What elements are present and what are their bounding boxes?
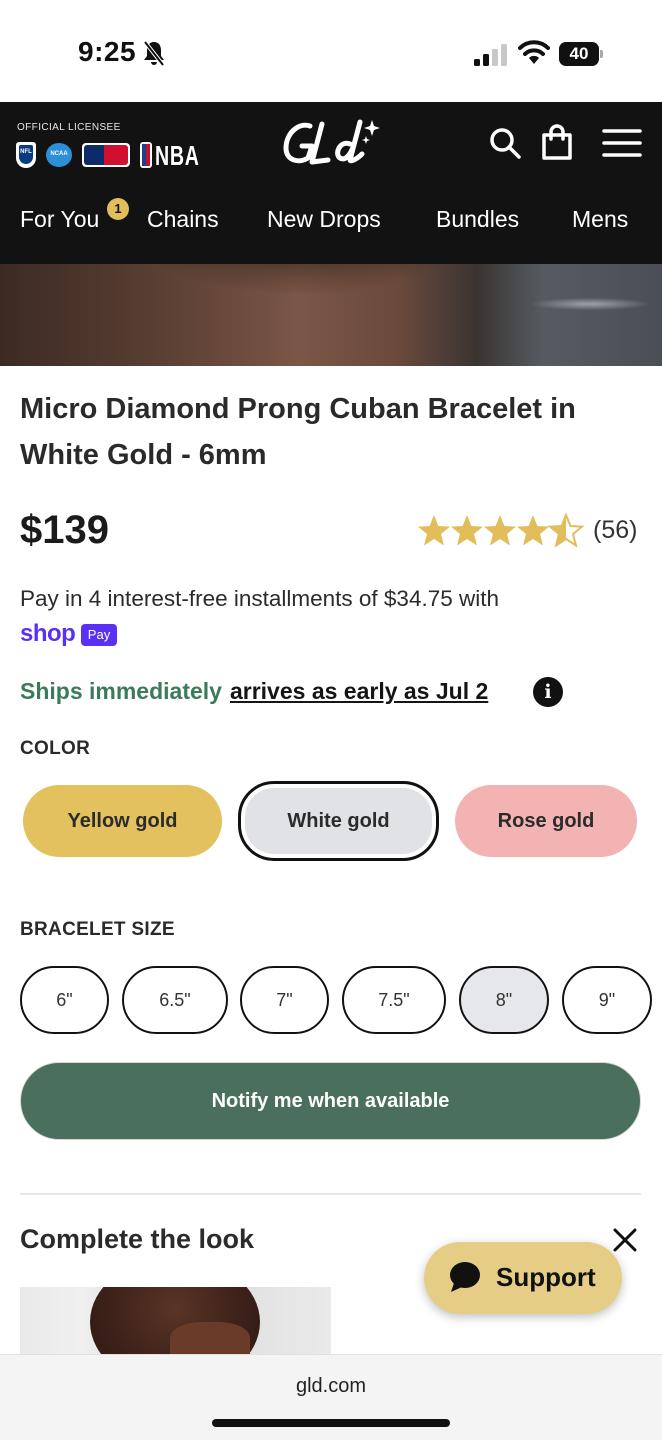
product-title: Micro Diamond Prong Cuban Bracelet in Wh…: [20, 393, 576, 471]
shop-pay-pill: Pay: [81, 624, 117, 646]
product-price: $139: [20, 508, 109, 552]
status-bar: 9:25 40: [0, 0, 662, 102]
nfl-logo: NFL: [16, 142, 36, 168]
official-licensee-label: OFFICIAL LICENSEE: [17, 122, 121, 133]
color-label: COLOR: [20, 738, 91, 759]
installments-text: Pay in 4 interest-free installments of $…: [20, 586, 499, 611]
browser-address-bar[interactable]: gld.com: [0, 1354, 662, 1440]
ships-status: Ships immediately: [20, 678, 222, 704]
complete-the-look-heading: Complete the look: [20, 1224, 255, 1254]
color-option-rose-gold[interactable]: Rose gold: [455, 785, 637, 857]
chat-bubble-icon: [450, 1262, 480, 1292]
notify-me-button[interactable]: Notify me when available: [20, 1062, 641, 1140]
nba-logo-text: NBA: [155, 140, 200, 171]
support-label: Support: [496, 1262, 596, 1292]
mlb-logo: [82, 143, 130, 167]
info-icon[interactable]: i: [533, 677, 563, 707]
star-rating[interactable]: [416, 512, 584, 550]
star-icon: [549, 514, 583, 547]
battery-level: 40: [559, 42, 599, 66]
for-you-badge: 1: [107, 198, 129, 220]
product-image[interactable]: [0, 264, 662, 366]
home-indicator[interactable]: [212, 1419, 450, 1427]
color-option-yellow-gold[interactable]: Yellow gold: [23, 785, 222, 857]
size-option-9[interactable]: 9": [562, 966, 652, 1034]
support-button[interactable]: Support: [424, 1242, 622, 1314]
star-icon: [517, 515, 549, 546]
nav-tab-bundles[interactable]: Bundles: [436, 206, 519, 233]
complete-look-product-image[interactable]: [20, 1287, 331, 1355]
nav-tab-for-you[interactable]: For You: [20, 206, 99, 233]
bracelet-size-label: BRACELET SIZE: [20, 919, 175, 940]
nav-tab-mens[interactable]: Mens: [572, 206, 628, 233]
close-icon[interactable]: [612, 1227, 638, 1253]
wifi-icon: [518, 40, 550, 64]
size-option-7-5[interactable]: 7.5": [342, 966, 446, 1034]
status-time: 9:25: [78, 36, 137, 67]
size-option-7[interactable]: 7": [240, 966, 329, 1034]
battery-cap: [600, 50, 603, 58]
signal-icon: [474, 44, 507, 66]
shop-pay-word: shop: [20, 620, 76, 647]
star-icon: [418, 515, 450, 546]
review-count[interactable]: (56): [593, 516, 637, 545]
gld-logo[interactable]: [280, 114, 384, 172]
site-header: OFFICIAL LICENSEE NFL NCAA NBA For You 1…: [0, 102, 662, 264]
shopping-bag-icon[interactable]: [540, 124, 574, 160]
nav-tab-chains[interactable]: Chains: [147, 206, 219, 233]
star-icon: [451, 515, 483, 546]
star-icon: [484, 515, 516, 546]
ncaa-logo-text: NCAA: [50, 151, 68, 157]
url-text[interactable]: gld.com: [0, 1375, 662, 1398]
battery-icon: 40: [559, 42, 603, 66]
search-icon[interactable]: [488, 126, 522, 160]
section-divider: [20, 1193, 641, 1195]
nba-logo: [140, 142, 152, 168]
bell-slash-icon: [143, 40, 165, 67]
size-option-6-5[interactable]: 6.5": [122, 966, 228, 1034]
hamburger-menu-icon[interactable]: [602, 128, 642, 158]
size-option-8[interactable]: 8": [459, 966, 549, 1034]
ncaa-logo: NCAA: [46, 143, 72, 167]
nfl-logo-text: NFL: [20, 149, 32, 155]
shipping-info: Ships immediately arrives as early as Jul…: [20, 678, 488, 705]
category-nav: For You 1 Chains New Drops Bundles Mens: [0, 198, 662, 246]
size-option-6[interactable]: 6": [20, 966, 109, 1034]
arrival-date-link[interactable]: arrives as early as Jul 2: [230, 678, 488, 704]
nav-tab-new-drops[interactable]: New Drops: [267, 206, 381, 233]
color-option-white-gold[interactable]: White gold: [238, 781, 439, 861]
